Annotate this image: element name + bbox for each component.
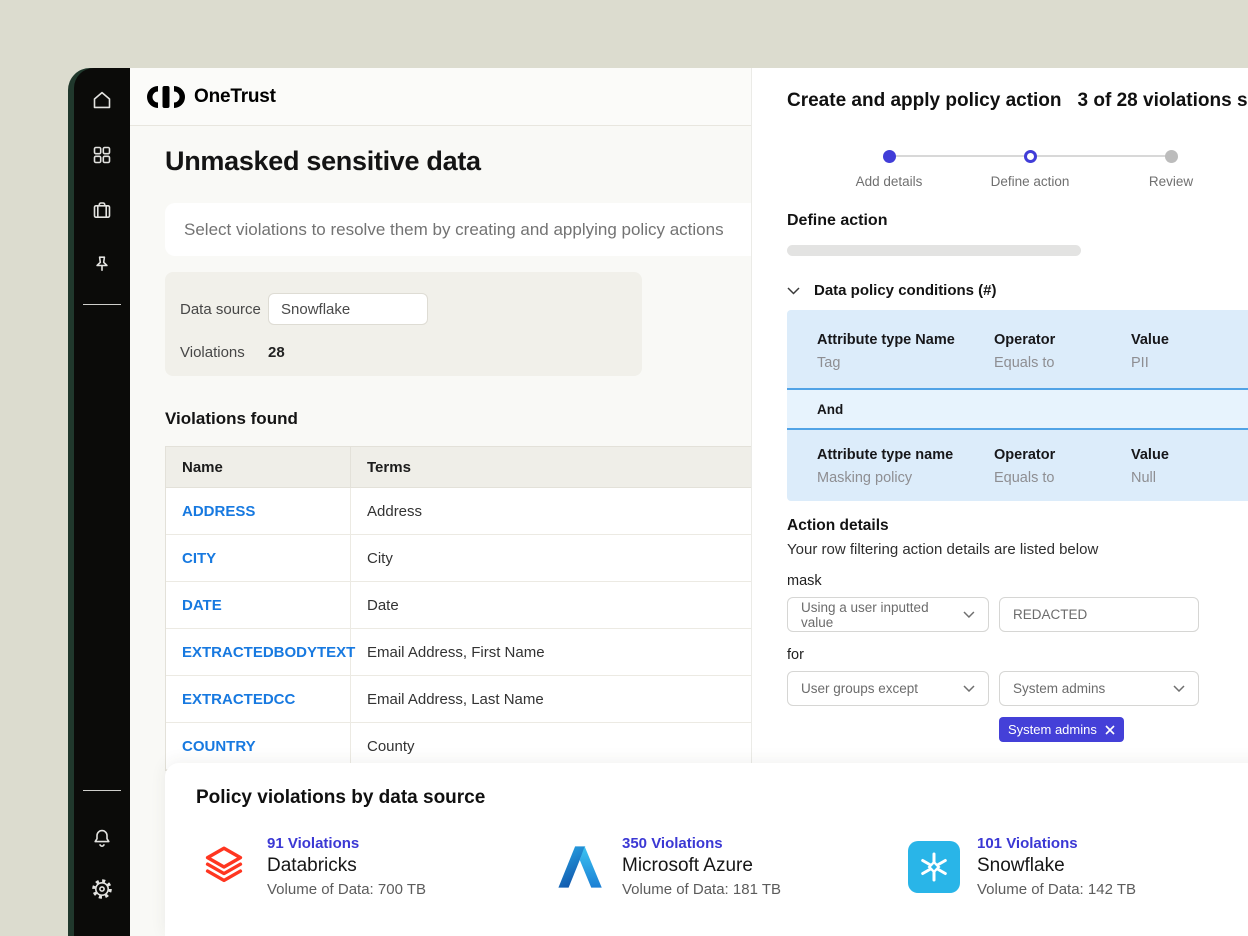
briefcase-icon[interactable] — [90, 198, 114, 222]
violation-name-link[interactable]: EXTRACTEDCC — [182, 691, 295, 708]
violations-count-link[interactable]: 350 Violations — [622, 835, 781, 852]
summary-box: Data source Violations 28 — [165, 272, 642, 376]
databricks-icon — [196, 839, 252, 895]
source-volume: Volume of Data: 700 TB — [267, 881, 426, 898]
condition-value-header: Value — [1131, 447, 1248, 463]
condition-attribute-value: Tag — [817, 355, 994, 371]
apps-grid-icon[interactable] — [90, 143, 114, 167]
conditions-header: Data policy conditions (#) — [787, 282, 1248, 299]
violations-found-title: Violations found — [165, 409, 298, 429]
define-action-heading: Define action — [787, 212, 1248, 230]
condition-operator-header: Operator — [994, 447, 1131, 463]
brand-name: OneTrust — [194, 86, 276, 108]
source-item-azure: 350 Violations Microsoft Azure Volume of… — [551, 835, 873, 898]
column-header-name: Name — [166, 447, 351, 487]
mask-value-input[interactable] — [999, 597, 1199, 632]
violations-count-link[interactable]: 101 Violations — [977, 835, 1136, 852]
condition-attribute-value: Masking policy — [817, 470, 994, 486]
step-dot-add-details[interactable] — [883, 150, 896, 163]
selected-group-chip[interactable]: System admins — [999, 717, 1124, 742]
violation-name-link[interactable]: CITY — [182, 550, 216, 567]
app-window: OneTrust Unmasked sensitive data Select … — [68, 68, 1248, 936]
condition-operator-value: Equals to — [994, 355, 1131, 371]
chevron-down-icon — [1173, 685, 1185, 692]
sources-row: 91 Violations Databricks Volume of Data:… — [196, 835, 1248, 898]
action-details-title: Action details — [787, 517, 1248, 535]
condition-operator-value: Equals to — [994, 470, 1131, 486]
gear-icon[interactable] — [90, 877, 114, 901]
condition-attribute-header: Attribute type name — [817, 447, 994, 463]
mask-label: mask — [787, 573, 1248, 589]
conditions-card: Attribute type Name Operator Value Tag E… — [787, 310, 1248, 501]
group-method-value: User groups except — [801, 681, 918, 696]
step-label[interactable]: Add details — [819, 174, 959, 189]
chevron-down-icon — [963, 611, 975, 618]
page-description: Select violations to resolve them by cre… — [184, 220, 724, 240]
wizard-stepper: Add details Define action Review — [787, 150, 1227, 198]
source-name: Microsoft Azure — [622, 855, 781, 877]
action-details-subtitle: Your row filtering action details are li… — [787, 541, 1248, 558]
sources-card-title: Policy violations by data source — [196, 787, 1248, 809]
violation-name-link[interactable]: DATE — [182, 597, 222, 614]
mask-method-select[interactable]: Using a user inputted value — [787, 597, 989, 632]
condition-row: Attribute type Name Operator Value Tag E… — [787, 310, 1248, 388]
source-name: Snowflake — [977, 855, 1136, 877]
sidebar-divider — [83, 790, 121, 791]
main-area: OneTrust Unmasked sensitive data Select … — [130, 68, 1248, 936]
bell-icon[interactable] — [90, 826, 114, 850]
condition-row: Attribute type name Operator Value Maski… — [787, 430, 1248, 501]
condition-value-value: Null — [1131, 470, 1248, 486]
condition-join-label: And — [817, 402, 843, 417]
step-dot-review[interactable] — [1165, 150, 1178, 163]
sidebar-divider — [83, 304, 121, 305]
page-title: Unmasked sensitive data — [165, 146, 481, 177]
violations-count-label: Violations — [180, 344, 268, 361]
group-method-select[interactable]: User groups except — [787, 671, 989, 706]
close-icon[interactable] — [1105, 725, 1115, 735]
conditions-title: Data policy conditions (#) — [814, 282, 997, 299]
group-value-text: System admins — [1013, 681, 1105, 696]
violation-name-link[interactable]: COUNTRY — [182, 738, 256, 755]
condition-attribute-header: Attribute type Name — [817, 332, 994, 348]
step-label[interactable]: Define action — [960, 174, 1100, 189]
horizontal-scrollbar[interactable] — [787, 245, 1081, 256]
chevron-down-icon[interactable] — [787, 287, 800, 295]
source-volume: Volume of Data: 142 TB — [977, 881, 1136, 898]
group-value-select[interactable]: System admins — [999, 671, 1199, 706]
pin-icon[interactable] — [90, 253, 114, 277]
for-label: for — [787, 647, 1248, 663]
azure-icon — [551, 839, 607, 895]
sidebar — [74, 68, 130, 936]
violations-count-link[interactable]: 91 Violations — [267, 835, 426, 852]
condition-value-header: Value — [1131, 332, 1248, 348]
data-source-label: Data source — [180, 301, 268, 318]
condition-join-row: And — [787, 388, 1248, 430]
screen: OneTrust Unmasked sensitive data Select … — [0, 0, 1248, 936]
source-name: Databricks — [267, 855, 426, 877]
snowflake-icon — [906, 839, 962, 895]
source-item-databricks: 91 Violations Databricks Volume of Data:… — [196, 835, 518, 898]
source-item-snowflake: 101 Violations Snowflake Volume of Data:… — [906, 835, 1228, 898]
policy-violations-card: Policy violations by data source — [165, 763, 1248, 936]
condition-operator-header: Operator — [994, 332, 1131, 348]
step-dot-define-action[interactable] — [1024, 150, 1037, 163]
violations-count-value: 28 — [268, 344, 285, 361]
home-icon[interactable] — [90, 88, 114, 112]
violation-name-link[interactable]: EXTRACTEDBODYTEXT — [182, 644, 355, 661]
onetrust-logo-icon — [147, 86, 185, 108]
onetrust-logo: OneTrust — [147, 86, 276, 108]
chevron-down-icon — [963, 685, 975, 692]
source-volume: Volume of Data: 181 TB — [622, 881, 781, 898]
selection-count: 3 of 28 violations selected — [1078, 90, 1248, 111]
condition-value-value: PII — [1131, 355, 1248, 371]
data-source-input[interactable] — [268, 293, 428, 325]
panel-title: Create and apply policy action 3 of 28 vi… — [787, 90, 1248, 112]
step-label[interactable]: Review — [1101, 174, 1241, 189]
mask-method-value: Using a user inputted value — [801, 600, 963, 630]
panel-title-text: Create and apply policy action — [787, 90, 1062, 111]
violation-name-link[interactable]: ADDRESS — [182, 503, 255, 520]
chip-label: System admins — [1008, 722, 1097, 737]
